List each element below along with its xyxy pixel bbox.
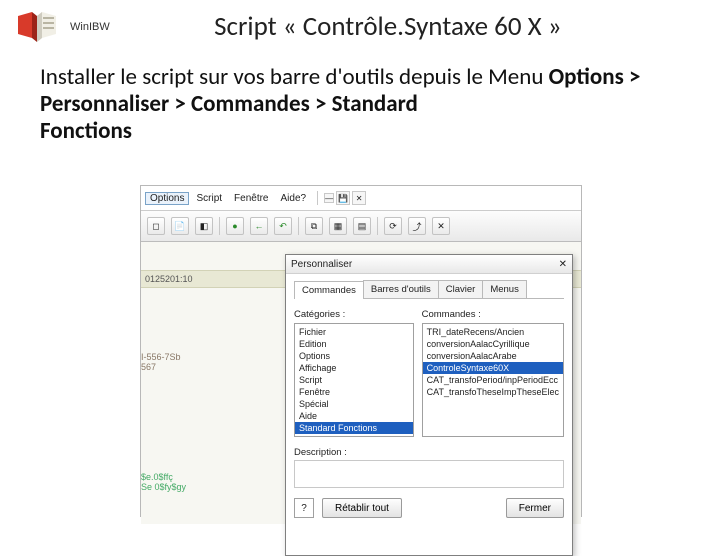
menu-aide[interactable]: Aide?: [276, 192, 312, 205]
dialog-tabs: Commandes Barres d'outils Clavier Menus: [294, 280, 564, 299]
tb-btn-6[interactable]: ↶: [274, 217, 292, 235]
dash-icon: —: [324, 193, 334, 203]
code-line-1: $e.0$ffç: [141, 472, 173, 482]
close-icon[interactable]: ✕: [352, 191, 366, 205]
screenshot-frame: Options Script Fenêtre Aide? — 💾 ✕ ◻ 📄 ◧…: [140, 185, 582, 517]
tb-btn-8[interactable]: ▦: [329, 217, 347, 235]
list-item[interactable]: TRI_dateRecens/Ancien: [423, 326, 563, 338]
help-button[interactable]: ?: [294, 498, 314, 518]
list-item[interactable]: conversionAalacArabe: [423, 350, 563, 362]
tb-btn-7[interactable]: ⧉: [305, 217, 323, 235]
tb-sep-3: [377, 217, 378, 235]
retablir-button[interactable]: Rétablir tout: [322, 498, 402, 518]
app-name: WinIBW: [70, 19, 110, 33]
list-item[interactable]: Affichage: [295, 362, 413, 374]
list-item[interactable]: Options: [295, 350, 413, 362]
save-icon[interactable]: 💾: [336, 191, 350, 205]
isbn-line-2: 567: [141, 362, 156, 372]
tab-clavier[interactable]: Clavier: [438, 280, 484, 298]
tb-btn-3[interactable]: ◧: [195, 217, 213, 235]
list-item[interactable]: CAT_transfoPeriod/inpPeriodEcc: [423, 374, 563, 386]
list-item[interactable]: Aide: [295, 410, 413, 422]
list-item-selected[interactable]: Standard Fonctions: [295, 422, 413, 434]
isbn-snippet: I-556-7Sb 567: [141, 352, 221, 373]
categories-label: Catégories :: [294, 309, 414, 320]
list-item[interactable]: Fenêtre: [295, 386, 413, 398]
list-item[interactable]: Spécial: [295, 398, 413, 410]
menu-divider: [317, 191, 318, 205]
menu-bar: Options Script Fenêtre Aide? — 💾 ✕: [141, 186, 581, 211]
screenshot-content: 0125201:10 I-556-7Sb 567 $e.0$ffç Se 0$f…: [141, 242, 581, 524]
tb-btn-10[interactable]: ⟳: [384, 217, 402, 235]
categories-listbox[interactable]: Fichier Edition Options Affichage Script…: [294, 323, 414, 437]
list-item[interactable]: Script: [295, 374, 413, 386]
code-snippet: $e.0$ffç Se 0$fy$gy: [141, 472, 217, 493]
winibw-logo-icon: [14, 8, 60, 44]
instruction-text-1: Installer le script sur vos barre d'outi…: [40, 63, 549, 91]
tb-btn-1[interactable]: ◻: [147, 217, 165, 235]
tb-btn-11[interactable]: ⤴: [408, 217, 426, 235]
tb-btn-12[interactable]: ✕: [432, 217, 450, 235]
tab-menus[interactable]: Menus: [482, 280, 527, 298]
instruction-path-2: Fonctions: [40, 117, 132, 145]
tb-btn-2[interactable]: 📄: [171, 217, 189, 235]
list-item[interactable]: Fichier: [295, 326, 413, 338]
commands-listbox[interactable]: TRI_dateRecens/Ancien conversionAalacCyr…: [422, 323, 564, 437]
instruction-paragraph: Installer le script sur vos barre d'outi…: [0, 46, 720, 145]
code-line-2: Se 0$fy$gy: [141, 482, 186, 492]
menu-options[interactable]: Options: [145, 192, 189, 205]
tb-sep-1: [219, 217, 220, 235]
tb-sep-2: [298, 217, 299, 235]
tab-barres[interactable]: Barres d'outils: [363, 280, 439, 298]
description-label: Description :: [294, 447, 564, 458]
personnaliser-dialog: Personnaliser ✕ Commandes Barres d'outil…: [285, 254, 573, 556]
commands-label: Commandes :: [422, 309, 564, 320]
tb-btn-9[interactable]: ▤: [353, 217, 371, 235]
dialog-close-button[interactable]: ✕: [559, 259, 567, 270]
tb-btn-4[interactable]: ●: [226, 217, 244, 235]
menu-script[interactable]: Script: [191, 192, 227, 205]
dialog-title: Personnaliser: [291, 259, 352, 270]
slide-title: Script « Contrôle.Syntaxe 60 X »: [120, 10, 706, 43]
list-item[interactable]: CAT_transfoTheseImpTheseElec: [423, 386, 563, 398]
list-item[interactable]: Edition: [295, 338, 413, 350]
tab-commandes[interactable]: Commandes: [294, 281, 364, 299]
fermer-button[interactable]: Fermer: [506, 498, 564, 518]
menu-fenetre[interactable]: Fenêtre: [229, 192, 273, 205]
tb-btn-5[interactable]: ←: [250, 217, 268, 235]
isbn-line-1: I-556-7Sb: [141, 352, 181, 362]
list-item-selected[interactable]: ControleSyntaxe60X: [423, 362, 563, 374]
list-item[interactable]: conversionAalacCyrillique: [423, 338, 563, 350]
description-box: [294, 460, 564, 488]
toolbar: ◻ 📄 ◧ ● ← ↶ ⧉ ▦ ▤ ⟳ ⤴ ✕: [141, 211, 581, 242]
